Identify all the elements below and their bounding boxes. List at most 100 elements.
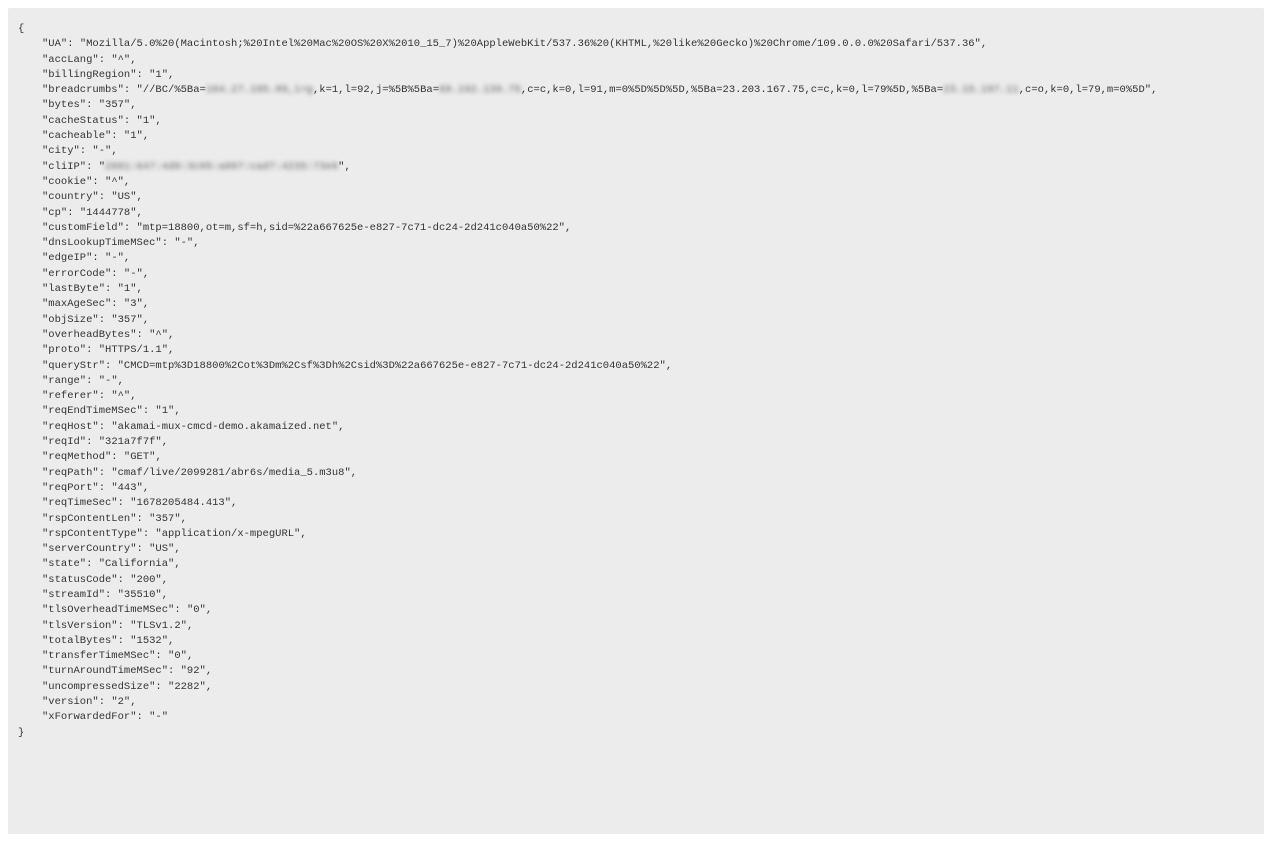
json-key: "reqMethod": <box>42 451 124 463</box>
json-value: "-" <box>149 711 168 723</box>
json-key: "cacheStatus": <box>42 115 137 127</box>
json-value: "1444778" <box>80 207 137 219</box>
json-value: "US" <box>111 191 136 203</box>
json-entry-lastByte: "lastByte": "1", <box>18 282 1254 297</box>
json-key: "reqHost": <box>42 421 111 433</box>
json-value: "1" <box>149 69 168 81</box>
json-value: "CMCD=mtp%3D18800%2Cot%3Dm%2Csf%3Dh%2Csi… <box>118 360 666 372</box>
json-entry-reqMethod: "reqMethod": "GET", <box>18 450 1254 465</box>
json-value: "-" <box>92 145 111 157</box>
json-value-segment: 23.15.197.11 <box>943 84 1019 96</box>
json-value: "TLSv1.2" <box>130 620 187 632</box>
json-entry-reqId: "reqId": "321a7f7f", <box>18 435 1254 450</box>
json-value: "US" <box>149 543 174 555</box>
json-entry-cacheStatus: "cacheStatus": "1", <box>18 114 1254 129</box>
json-key: "accLang": <box>42 54 111 66</box>
json-value: "-" <box>99 375 118 387</box>
json-value: "-" <box>174 237 193 249</box>
json-key: "xForwardedFor": <box>42 711 149 723</box>
json-value-segment: ,c=o,k=0,l=79,m=0%5D <box>1019 84 1145 96</box>
json-value: "200" <box>130 574 162 586</box>
json-key: "rspContentType": <box>42 528 155 540</box>
json-key: "objSize": <box>42 314 111 326</box>
json-entry-cookie: "cookie": "^", <box>18 175 1254 190</box>
json-value: "357" <box>99 99 131 111</box>
json-entry-referer: "referer": "^", <box>18 389 1254 404</box>
json-key: "reqTimeSec": <box>42 497 130 509</box>
json-key: "cp": <box>42 207 80 219</box>
json-entry-cliIP: "cliIP": "2601:647:4d0:3c05:a097:cad7:42… <box>18 160 1254 175</box>
json-entry-reqHost: "reqHost": "akamai-mux-cmcd-demo.akamaiz… <box>18 420 1254 435</box>
json-value: "California" <box>99 558 175 570</box>
json-entry-proto: "proto": "HTTPS/1.1", <box>18 343 1254 358</box>
json-key: "range": <box>42 375 99 387</box>
json-value: "-" <box>105 252 124 264</box>
json-entry-accLang: "accLang": "^", <box>18 53 1254 68</box>
json-key: "uncompressedSize": <box>42 681 168 693</box>
json-entry-dnsLookupTimeMSec: "dnsLookupTimeMSec": "-", <box>18 236 1254 251</box>
json-entry-maxAgeSec: "maxAgeSec": "3", <box>18 297 1254 312</box>
json-code-block: {"UA": "Mozilla/5.0%20(Macintosh;%20Inte… <box>8 8 1264 834</box>
json-entry-reqPort: "reqPort": "443", <box>18 481 1254 496</box>
json-entry-state: "state": "California", <box>18 557 1254 572</box>
json-key: "streamId": <box>42 589 118 601</box>
json-entry-cacheable: "cacheable": "1", <box>18 129 1254 144</box>
json-value: "1" <box>124 130 143 142</box>
json-entry-version: "version": "2", <box>18 695 1254 710</box>
json-entry-rspContentLen: "rspContentLen": "357", <box>18 512 1254 527</box>
json-value: "1" <box>137 115 156 127</box>
json-key: "tlsVersion": <box>42 620 130 632</box>
json-key: "transferTimeMSec": <box>42 650 168 662</box>
json-key: "billingRegion": <box>42 69 149 81</box>
json-value: "2" <box>111 696 130 708</box>
json-value: "^" <box>149 329 168 341</box>
json-entry-reqPath: "reqPath": "cmaf/live/2099281/abr6s/medi… <box>18 466 1254 481</box>
json-key: "edgeIP": <box>42 252 105 264</box>
json-key: "proto": <box>42 344 99 356</box>
json-value: "3" <box>124 298 143 310</box>
json-value: "GET" <box>124 451 156 463</box>
json-value: "1" <box>155 405 174 417</box>
json-key: "cacheable": <box>42 130 124 142</box>
json-entry-totalBytes: "totalBytes": "1532", <box>18 634 1254 649</box>
json-key: "cliIP": <box>42 161 99 173</box>
json-entry-transferTimeMSec: "transferTimeMSec": "0", <box>18 649 1254 664</box>
json-key: "customField": <box>42 222 137 234</box>
json-key: "reqEndTimeMSec": <box>42 405 155 417</box>
json-key: "reqId": <box>42 436 99 448</box>
json-key: "state": <box>42 558 99 570</box>
json-entry-range: "range": "-", <box>18 374 1254 389</box>
json-value-segment: 69.192.139.75 <box>439 84 521 96</box>
json-key: "maxAgeSec": <box>42 298 124 310</box>
json-key: "referer": <box>42 390 111 402</box>
json-key: "statusCode": <box>42 574 130 586</box>
json-key: "overheadBytes": <box>42 329 149 341</box>
json-key: "queryStr": <box>42 360 118 372</box>
json-key: "errorCode": <box>42 268 124 280</box>
json-entry-overheadBytes: "overheadBytes": "^", <box>18 328 1254 343</box>
json-entry-edgeIP: "edgeIP": "-", <box>18 251 1254 266</box>
json-key: "tlsOverheadTimeMSec": <box>42 604 187 616</box>
json-value: "HTTPS/1.1" <box>99 344 168 356</box>
json-value: "35510" <box>118 589 162 601</box>
json-entry-objSize: "objSize": "357", <box>18 313 1254 328</box>
json-key: "country": <box>42 191 111 203</box>
json-value-segment: //BC/%5Ba= <box>143 84 206 96</box>
json-key: "serverCountry": <box>42 543 149 555</box>
json-entry-cp: "cp": "1444778", <box>18 206 1254 221</box>
json-entry-xForwardedFor: "xForwardedFor": "-" <box>18 710 1254 725</box>
json-key: "turnAroundTimeMSec": <box>42 665 181 677</box>
json-key: "cookie": <box>42 176 105 188</box>
json-value: "Mozilla/5.0%20(Macintosh;%20Intel%20Mac… <box>80 38 981 50</box>
json-value: "0" <box>187 604 206 616</box>
json-entry-rspContentType: "rspContentType": "application/x-mpegURL… <box>18 527 1254 542</box>
json-value: "application/x-mpegURL" <box>155 528 300 540</box>
json-entry-turnAroundTimeMSec: "turnAroundTimeMSec": "92", <box>18 664 1254 679</box>
json-entry-reqEndTimeMSec: "reqEndTimeMSec": "1", <box>18 404 1254 419</box>
json-value: "443" <box>111 482 143 494</box>
json-entry-country: "country": "US", <box>18 190 1254 205</box>
json-entry-tlsVersion: "tlsVersion": "TLSv1.2", <box>18 619 1254 634</box>
json-value: "321a7f7f" <box>99 436 162 448</box>
json-entry-streamId: "streamId": "35510", <box>18 588 1254 603</box>
json-key: "bytes": <box>42 99 99 111</box>
